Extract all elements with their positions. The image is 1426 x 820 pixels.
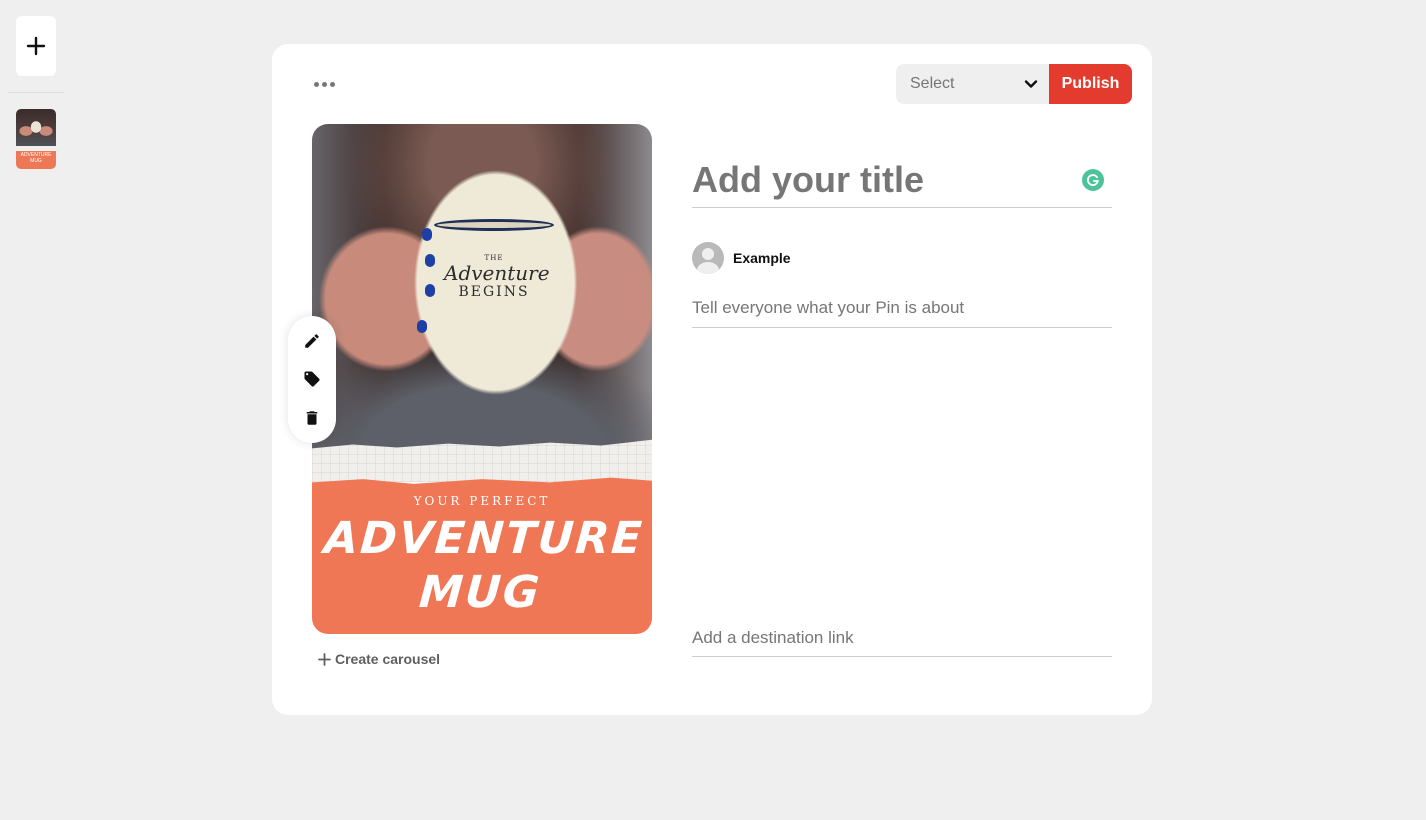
grammarly-g-icon (1087, 174, 1099, 186)
description-field (692, 294, 1112, 328)
create-carousel-button[interactable]: Create carousel (318, 650, 440, 668)
overlay-title: ADVENTURE MUG (312, 512, 652, 620)
thumbnail-text: ADVENTURE MUG (20, 152, 52, 164)
avatar (692, 242, 724, 274)
pin-author: Example (692, 242, 791, 274)
delete-image-button[interactable] (296, 402, 328, 434)
trash-icon (306, 411, 318, 425)
thumbnail-photo (16, 109, 56, 149)
title-input[interactable] (692, 156, 1072, 204)
avatar-body (697, 262, 719, 274)
dot-icon (321, 81, 327, 87)
grammarly-icon[interactable] (1082, 169, 1104, 191)
more-options-button[interactable] (308, 74, 340, 94)
nail (425, 254, 435, 267)
mug-print-line3: BEGINS (458, 284, 530, 300)
chevron-down-icon (1024, 80, 1038, 88)
tag-products-button[interactable] (296, 363, 328, 395)
left-rail: ADVENTURE MUG (0, 0, 72, 820)
nail (422, 228, 432, 241)
mug-print: THE Adventure BEGINS (444, 254, 550, 300)
pin-draft-thumbnail[interactable]: ADVENTURE MUG (16, 109, 56, 169)
publish-button[interactable]: Publish (1049, 64, 1132, 104)
add-pin-button[interactable] (16, 16, 56, 76)
create-carousel-label: Create carousel (335, 651, 441, 667)
user-name: Example (733, 250, 791, 266)
avatar-head (702, 248, 714, 260)
pin-image: THE Adventure BEGINS YOUR PERFECT ADVENT… (312, 124, 652, 634)
overlay-title-line2: MUG (417, 567, 543, 618)
plus-icon (318, 652, 331, 666)
board-select-label: Select (910, 75, 955, 92)
mug-rim (434, 219, 554, 231)
overlay-subtitle: YOUR PERFECT (413, 494, 551, 508)
tag-icon (304, 371, 320, 387)
plus-icon (26, 36, 46, 56)
dot-icon (313, 81, 319, 87)
board-select-dropdown[interactable]: Select (896, 64, 1050, 104)
pin-builder-card: Select Publish THE Adventure BEGINS YOUR… (272, 44, 1152, 715)
edit-image-button[interactable] (296, 325, 328, 357)
image-tools-toolbar (288, 316, 336, 443)
overlay-title-line1: ADVENTURE (322, 513, 646, 564)
destination-link-field (692, 624, 1112, 657)
mug-print-line2: Adventure (444, 261, 550, 285)
description-input[interactable] (692, 294, 1112, 322)
title-field (692, 156, 1112, 208)
destination-link-input[interactable] (692, 624, 1112, 652)
thumbnail-paper (16, 146, 56, 151)
nail (425, 284, 435, 297)
rail-divider (8, 92, 64, 93)
dot-icon (329, 81, 335, 87)
pencil-icon (305, 334, 319, 348)
pin-photo: THE Adventure BEGINS (312, 124, 652, 454)
nail (417, 320, 427, 333)
